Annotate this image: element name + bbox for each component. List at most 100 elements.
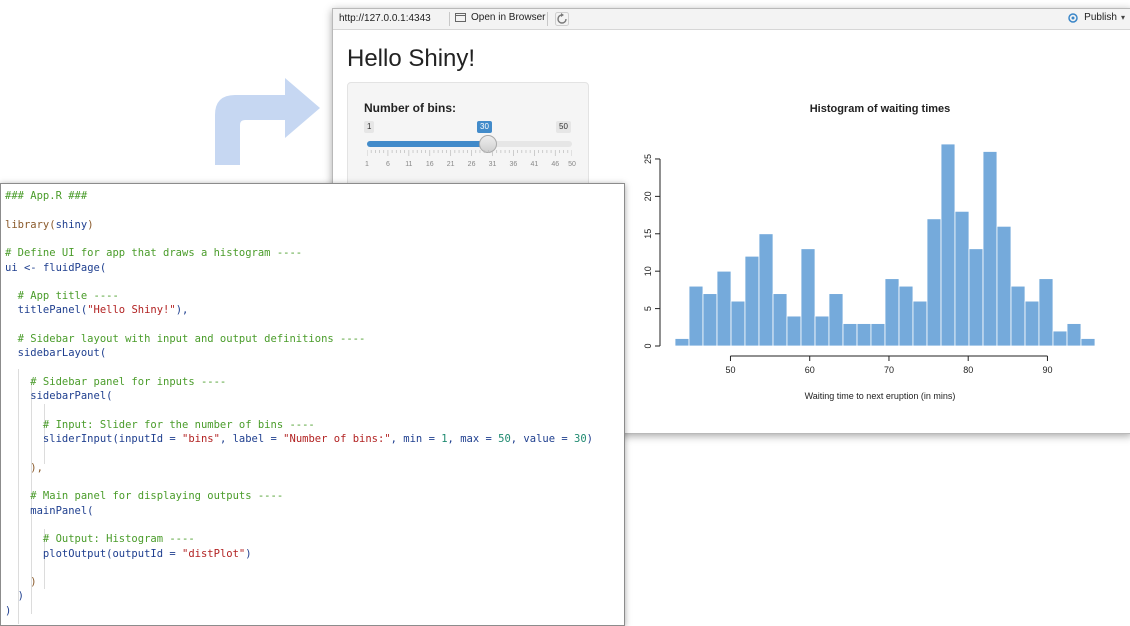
histogram-bar bbox=[1066, 323, 1082, 347]
histogram-bar bbox=[716, 270, 732, 347]
code-token: ) bbox=[5, 590, 24, 603]
y-axis-tick-label: 25 bbox=[643, 154, 653, 164]
histogram-bar bbox=[968, 248, 984, 347]
code-token: , value = bbox=[510, 433, 574, 446]
y-axis-tick-label: 20 bbox=[643, 191, 653, 201]
code-token: 30 bbox=[574, 433, 587, 446]
slider-tick-label: 1 bbox=[365, 161, 369, 168]
code-line: # Sidebar panel for inputs ---- bbox=[5, 376, 226, 388]
x-axis-tick-label: 50 bbox=[725, 365, 735, 375]
histogram-bar bbox=[1024, 300, 1040, 347]
code-token: ), bbox=[5, 461, 43, 474]
histogram-bar bbox=[1010, 285, 1026, 347]
code-token: "bins" bbox=[182, 433, 220, 446]
code-line: # Main panel for displaying outputs ---- bbox=[5, 490, 283, 502]
code-token: shiny bbox=[55, 218, 88, 231]
slider-tick-label: 16 bbox=[425, 161, 434, 168]
histogram-bar bbox=[996, 225, 1012, 347]
y-axis-tick-label: 5 bbox=[643, 306, 653, 311]
publish-icon bbox=[1068, 12, 1078, 23]
code-token: ui <- bbox=[5, 261, 43, 274]
histogram-bar bbox=[954, 210, 970, 347]
histogram-bar bbox=[884, 278, 900, 347]
open-in-browser-button[interactable]: Open in Browser bbox=[455, 12, 545, 23]
code-line: titlePanel("Hello Shiny!"), bbox=[5, 304, 189, 317]
code-token: fluidPage( bbox=[42, 261, 107, 274]
code-line: sidebarLayout( bbox=[5, 347, 107, 359]
slider-min-badge: 1 bbox=[364, 121, 375, 133]
code-line: # Sidebar layout with input and output d… bbox=[5, 333, 366, 345]
slider-track[interactable] bbox=[367, 135, 572, 153]
histogram-bar bbox=[1052, 330, 1068, 347]
histogram-bar bbox=[730, 300, 746, 347]
chart-x-axis-label: Waiting time to next eruption (in mins) bbox=[805, 391, 956, 401]
code-line: ), bbox=[5, 462, 43, 474]
code-token: "Number of bins:" bbox=[283, 433, 391, 446]
curved-arrow-icon bbox=[215, 78, 320, 165]
refresh-icon[interactable] bbox=[555, 12, 569, 26]
x-axis: 50 60 70 80 90 bbox=[725, 355, 1052, 375]
slider-tick-label: 6 bbox=[385, 161, 390, 168]
slider-tick-label: 50 bbox=[568, 161, 576, 168]
code-token: # Sidebar panel for inputs ---- bbox=[5, 375, 227, 388]
code-editor-panel: ### App.R ### library(shiny) # Define UI f… bbox=[0, 183, 625, 626]
histogram-bar bbox=[842, 323, 858, 347]
y-axis-tick-label: 0 bbox=[643, 343, 653, 348]
histogram-bar bbox=[912, 300, 928, 347]
code-token: plotOutput(outputId = bbox=[5, 547, 183, 560]
slider-label: Number of bins: bbox=[364, 101, 456, 115]
slider-tick-label: 41 bbox=[530, 161, 539, 168]
slider-tick-label: 46 bbox=[551, 161, 560, 168]
code-token: ) bbox=[586, 433, 593, 446]
x-axis-tick-label: 60 bbox=[805, 365, 815, 375]
code-line: # Input: Slider for the number of bins -… bbox=[5, 419, 315, 431]
y-axis-tick-label: 15 bbox=[643, 229, 653, 239]
code-token: # Sidebar layout with input and output d… bbox=[5, 333, 366, 345]
code-token: # Input: Slider for the number of bins -… bbox=[5, 418, 315, 431]
code-token: # App title ---- bbox=[5, 290, 119, 303]
x-axis-tick-label: 70 bbox=[884, 365, 894, 375]
code-line: ) bbox=[5, 605, 11, 617]
code-token: ), bbox=[175, 304, 189, 317]
histogram-bar bbox=[940, 143, 956, 347]
histogram-bar bbox=[870, 323, 886, 347]
slider-tick-label: 26 bbox=[467, 161, 476, 168]
histogram-bar bbox=[1038, 278, 1054, 347]
window-icon bbox=[455, 13, 466, 22]
code-token: ) bbox=[5, 576, 37, 589]
code-line: ### App.R ### bbox=[5, 190, 87, 202]
histogram-bar bbox=[982, 151, 998, 347]
toolbar-divider bbox=[449, 12, 450, 26]
slider-ticks bbox=[367, 150, 572, 156]
slider-max-badge: 50 bbox=[556, 121, 571, 133]
code-token: # Output: Histogram ---- bbox=[5, 533, 195, 546]
histogram-bar bbox=[758, 233, 774, 347]
code-token: # Define UI for app that draws a histogr… bbox=[5, 247, 303, 260]
code-token: 50 bbox=[498, 433, 511, 446]
x-axis-tick-label: 80 bbox=[963, 365, 973, 375]
code-line: # App title ---- bbox=[5, 290, 119, 302]
code-line: sliderInput(inputId = "bins", label = "N… bbox=[5, 433, 593, 445]
slider-tick-label: 21 bbox=[446, 161, 455, 168]
code-token: titlePanel( bbox=[5, 304, 88, 317]
chart-title: Histogram of waiting times bbox=[810, 103, 951, 115]
code-line: # Define UI for app that draws a histogr… bbox=[5, 247, 302, 259]
code-line: plotOutput(outputId = "distPlot") bbox=[5, 548, 252, 560]
histogram-bar bbox=[828, 293, 844, 347]
y-axis-tick-label: 10 bbox=[643, 266, 653, 276]
histogram-bar bbox=[688, 285, 704, 347]
code-token: mainPanel( bbox=[5, 504, 94, 517]
histogram-bar bbox=[926, 218, 942, 347]
code-line: ) bbox=[5, 590, 24, 602]
slider-fill bbox=[367, 141, 489, 147]
code-token: # Main panel for displaying outputs ---- bbox=[5, 490, 284, 503]
url-text[interactable]: http://127.0.0.1:4343 bbox=[339, 13, 431, 24]
code-token: "Hello Shiny!" bbox=[87, 304, 176, 317]
code-token: sliderInput(inputId = bbox=[5, 433, 183, 446]
histogram-bar bbox=[772, 293, 788, 347]
code-line: # Output: Histogram ---- bbox=[5, 533, 195, 545]
code-token: ) bbox=[87, 218, 94, 231]
publish-button[interactable]: Publish ▾ bbox=[1066, 12, 1125, 23]
histogram-chart: Histogram of waiting times Waiting time … bbox=[643, 103, 1096, 401]
code-token: , min = bbox=[390, 433, 442, 446]
